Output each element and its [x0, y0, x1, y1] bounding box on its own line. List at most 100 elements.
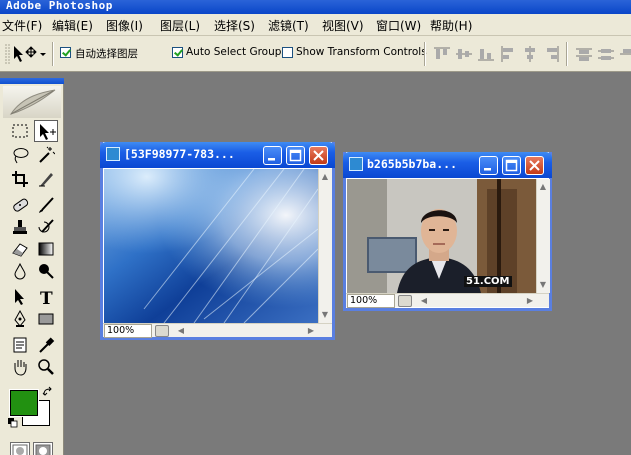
scroll-left-icon[interactable]: ◀ [418, 295, 430, 307]
status-menu-icon[interactable] [155, 325, 169, 337]
magnifier-icon [38, 359, 54, 375]
document-2-maximize-button[interactable] [502, 156, 521, 175]
document-1-title-bar[interactable]: [53F98977-783... [100, 142, 335, 168]
document-2-minimize-button[interactable] [479, 156, 498, 175]
crop-icon [12, 171, 28, 187]
move-tool[interactable] [34, 120, 58, 142]
zoom-tool[interactable] [34, 356, 58, 378]
menu-edit[interactable]: 编辑(E) [52, 17, 93, 34]
menu-window[interactable]: 窗口(W) [376, 17, 421, 34]
eraser-tool[interactable] [8, 238, 32, 260]
options-separator [566, 42, 568, 66]
document-1-maximize-button[interactable] [286, 146, 305, 165]
align-right-edges-icon[interactable] [544, 46, 560, 62]
menu-file[interactable]: 文件(F) [2, 17, 42, 34]
align-top-edges-icon[interactable] [434, 46, 450, 62]
tool-preset-picker-icon[interactable] [12, 44, 48, 64]
scroll-left-icon[interactable]: ◀ [175, 325, 187, 337]
document-2-zoom-level[interactable]: 100% [347, 294, 395, 308]
eyedropper-icon [39, 337, 55, 353]
app-title: Adobe Photoshop [6, 0, 113, 12]
document-1-canvas[interactable] [104, 169, 318, 323]
rectangle-shape-tool[interactable] [34, 308, 58, 330]
app-title-bar: Adobe Photoshop [0, 0, 631, 14]
gradient-tool[interactable] [34, 238, 58, 260]
eraser-icon [12, 243, 28, 257]
brush-tool[interactable] [34, 194, 58, 216]
swap-colors-icon[interactable] [42, 386, 54, 398]
water-drop-icon [14, 262, 26, 280]
scroll-right-icon[interactable]: ▶ [305, 325, 317, 337]
menu-image[interactable]: 图像(I) [106, 17, 143, 34]
quick-mask-mode-button[interactable] [33, 442, 53, 455]
distribute-vertical-centers-icon[interactable] [598, 46, 614, 62]
scroll-up-icon[interactable]: ▲ [319, 171, 331, 183]
close-icon [313, 150, 324, 161]
document-2-canvas[interactable]: 51.COM [347, 179, 536, 293]
photoshop-feather-logo[interactable] [3, 86, 61, 118]
path-selection-tool[interactable] [8, 286, 32, 308]
document-window-1[interactable]: [53F98977-783... ▲ ▼ 100% ◀ ▶ [100, 142, 335, 340]
status-menu-icon[interactable] [398, 295, 412, 307]
rectangle-icon [38, 313, 54, 325]
distribute-bottom-icon[interactable] [620, 46, 631, 62]
align-vertical-centers-icon[interactable] [456, 46, 472, 62]
menu-help[interactable]: 帮助(H) [430, 17, 472, 34]
stamp-icon [13, 220, 27, 234]
toolbox-grip[interactable] [0, 78, 64, 84]
hand-tool[interactable] [8, 356, 32, 378]
auto-select-layer-label: 自动选择图层 [75, 48, 138, 60]
align-horizontal-centers-icon[interactable] [522, 46, 538, 62]
scroll-down-icon[interactable]: ▼ [319, 309, 331, 321]
lasso-tool[interactable] [8, 144, 32, 166]
type-tool[interactable]: T [34, 286, 58, 308]
pen-tool[interactable] [8, 308, 32, 330]
document-window-2[interactable]: b265b5b7ba... 51.COM ▲ ▼ 100% ◀ ▶ [343, 152, 552, 311]
document-1-zoom-level[interactable]: 100% [104, 324, 152, 338]
watermark-text: 51.COM [464, 276, 512, 287]
marquee-tool[interactable] [8, 120, 32, 142]
menu-view[interactable]: 视图(V) [322, 17, 364, 34]
options-bar: 自动选择图层 Auto Select Groups Show Transform… [0, 36, 631, 72]
blur-tool[interactable] [8, 260, 32, 282]
align-left-edges-icon[interactable] [500, 46, 516, 62]
blue-light-streaks-image [104, 169, 318, 323]
scroll-right-icon[interactable]: ▶ [524, 295, 536, 307]
document-1-vertical-scrollbar[interactable]: ▲ ▼ [318, 169, 332, 323]
auto-select-layer-checkbox[interactable] [60, 47, 71, 58]
scroll-down-icon[interactable]: ▼ [537, 279, 549, 291]
slice-tool[interactable] [34, 168, 58, 190]
menu-layer[interactable]: 图层(L) [160, 17, 200, 34]
default-colors-icon[interactable] [8, 418, 18, 428]
show-transform-controls-checkbox[interactable] [282, 47, 293, 58]
notes-tool[interactable] [8, 334, 32, 356]
history-brush-tool[interactable] [34, 216, 58, 238]
document-1-status-bar: 100% ◀ ▶ [103, 323, 332, 338]
align-bottom-edges-icon[interactable] [478, 46, 494, 62]
distribute-top-icon[interactable] [576, 46, 592, 62]
eyedropper-tool[interactable] [34, 334, 58, 356]
menu-filter[interactable]: 滤镜(T) [268, 17, 309, 34]
dodge-tool[interactable] [34, 260, 58, 282]
minimize-icon [484, 168, 491, 171]
auto-select-groups-checkbox[interactable] [172, 47, 183, 58]
move-icon [40, 124, 56, 140]
scroll-up-icon[interactable]: ▲ [537, 181, 549, 193]
menu-select[interactable]: 选择(S) [214, 17, 255, 34]
magic-wand-tool[interactable] [34, 144, 58, 166]
options-separator [424, 42, 426, 66]
clone-stamp-tool[interactable] [8, 216, 32, 238]
document-1-close-button[interactable] [309, 146, 328, 165]
maximize-icon [505, 159, 518, 172]
document-2-close-button[interactable] [525, 156, 544, 175]
pen-icon [14, 310, 26, 327]
document-2-title-bar[interactable]: b265b5b7ba... [343, 152, 552, 178]
document-2-vertical-scrollbar[interactable]: ▲ ▼ [536, 179, 550, 293]
foreground-color-swatch[interactable] [9, 389, 39, 417]
brush-icon [39, 197, 54, 213]
document-1-minimize-button[interactable] [263, 146, 282, 165]
crop-tool[interactable] [8, 168, 32, 190]
healing-brush-tool[interactable] [8, 194, 32, 216]
options-grip-icon[interactable] [4, 44, 12, 64]
standard-mode-button[interactable] [10, 442, 30, 455]
